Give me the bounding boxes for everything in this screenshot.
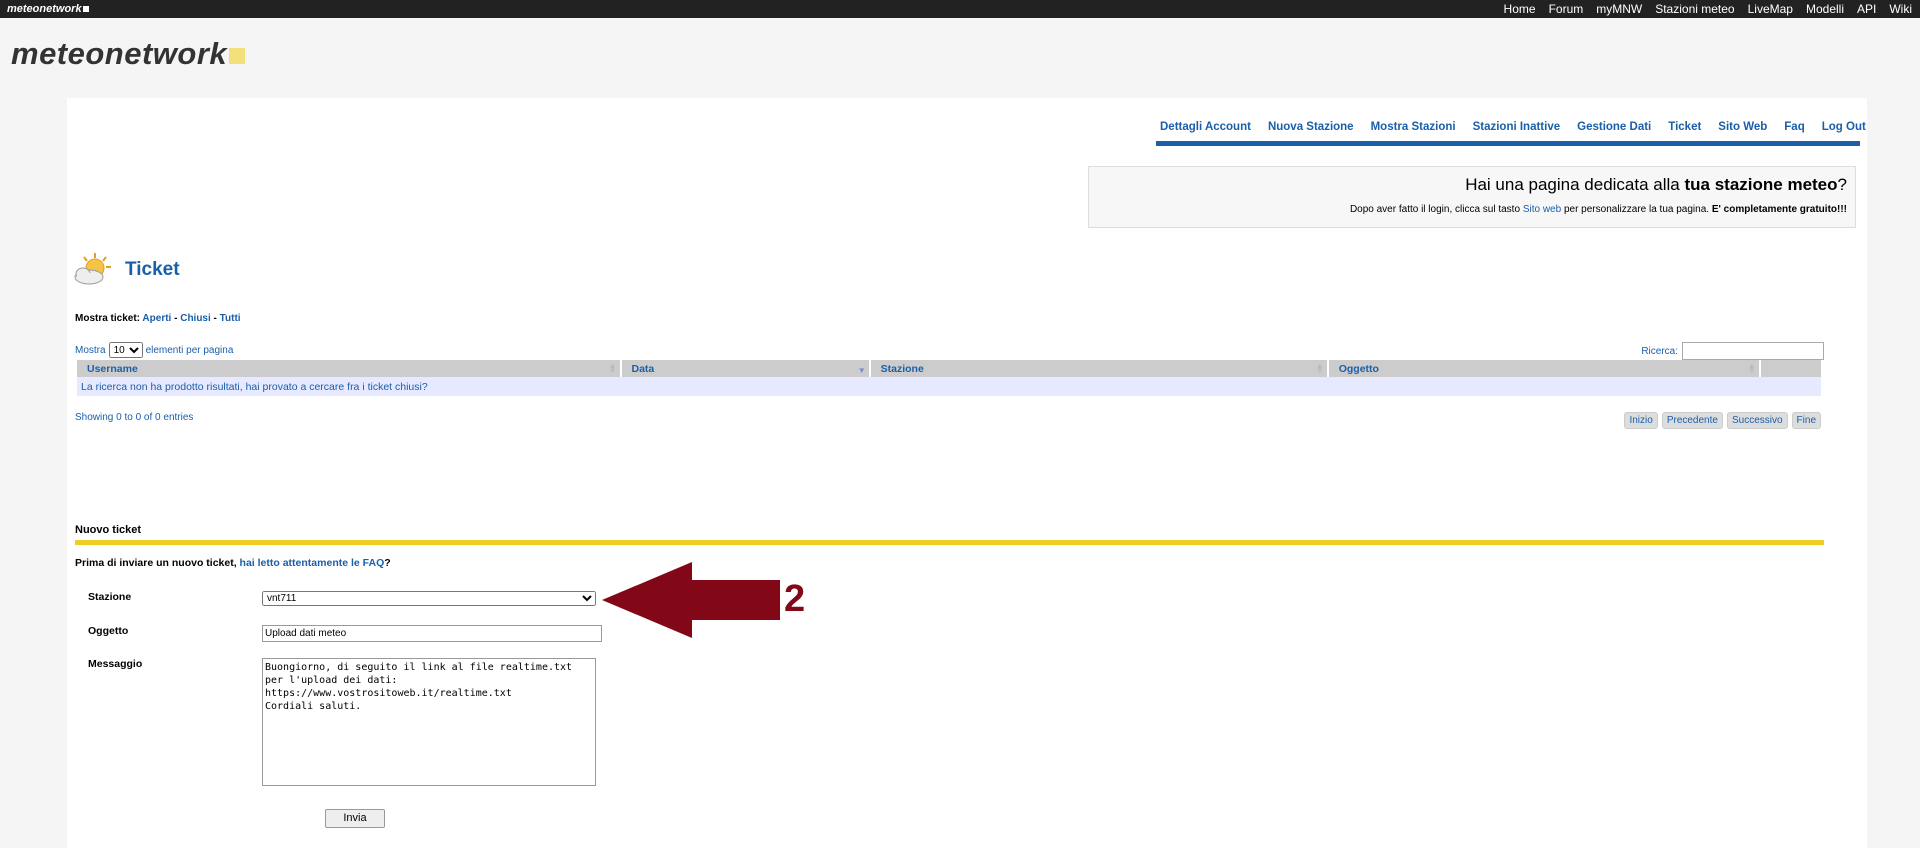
col-stazione-label: Stazione <box>880 362 924 375</box>
page-length-label: Mostra <box>75 344 106 356</box>
faq-link[interactable]: hai letto attentamente le FAQ <box>240 557 385 569</box>
pagination: Inizio Precedente Successivo Fine <box>1624 412 1821 429</box>
top-nav-stazioni-meteo[interactable]: Stazioni meteo <box>1655 2 1734 16</box>
col-actions <box>1760 360 1821 377</box>
top-nav-wiki[interactable]: Wiki <box>1889 2 1912 16</box>
filter-tutti-link[interactable]: Tutti <box>220 313 241 324</box>
pager-precedente-button[interactable]: Precedente <box>1661 412 1723 429</box>
logo-square-icon <box>229 48 246 64</box>
weather-sun-cloud-icon <box>74 253 111 285</box>
subnav-gestione-dati[interactable]: Gestione Dati <box>1577 121 1651 133</box>
ticket-filter: Mostra ticket: Aperti - Chiusi - Tutti <box>75 313 241 324</box>
header <box>0 18 1920 98</box>
promo-subtext-bold: E' completamente gratuito!!! <box>1711 204 1847 215</box>
promo-subtext-mid: per personalizzare la tua pagina. <box>1561 204 1712 215</box>
ticket-filter-label: Mostra ticket: <box>75 313 143 324</box>
annotation-arrow-icon <box>602 562 780 638</box>
table-info: Showing 0 to 0 of 0 entries <box>75 412 194 423</box>
brand-square-icon <box>82 6 89 12</box>
sort-both-icon: ▲ ▼ <box>608 361 617 375</box>
col-username[interactable]: Username ▲ ▼ <box>77 360 620 377</box>
top-nav-livemap[interactable]: LiveMap <box>1748 2 1793 16</box>
top-nav-modelli[interactable]: Modelli <box>1806 2 1844 16</box>
sort-both-icon: ▲ ▼ <box>1315 361 1324 375</box>
page-length-control: Mostra 10 elementi per pagina <box>75 342 233 358</box>
annotation-step-number: 2 <box>784 578 806 620</box>
search-label: Ricerca: <box>1641 345 1678 357</box>
stazione-select[interactable]: vnt711 <box>262 591 596 606</box>
faq-notice-text: Prima di inviare un nuovo ticket, <box>75 557 240 569</box>
filter-aperti-link[interactable]: Aperti <box>142 313 171 324</box>
subnav-dettagli-account[interactable]: Dettagli Account <box>1160 121 1251 133</box>
promo-subtext: Dopo aver fatto il login, clicca sul tas… <box>1089 204 1847 215</box>
top-nav-forum[interactable]: Forum <box>1549 2 1584 16</box>
top-nav-api[interactable]: API <box>1857 2 1876 16</box>
new-ticket-heading: Nuovo ticket <box>75 524 142 536</box>
sort-both-icon: ▲ ▼ <box>1747 361 1756 375</box>
subnav-faq[interactable]: Faq <box>1784 121 1804 133</box>
top-nav-home[interactable]: Home <box>1504 2 1536 16</box>
promo-headline: Hai una pagina dedicata alla tua stazion… <box>1089 175 1847 195</box>
promo-headline-bold: tua stazione meteo <box>1684 175 1838 194</box>
faq-notice: Prima di inviare un nuovo ticket, hai le… <box>75 557 391 569</box>
promo-headline-end: ? <box>1837 175 1847 194</box>
filter-separator: - <box>210 313 220 324</box>
table-header-row: Username ▲ ▼ Data ▼ Stazione ▲ ▼ Oggetto ▲ ▼ <box>77 360 1821 377</box>
pager-fine-button[interactable]: Fine <box>1791 412 1821 429</box>
page-title: Ticket <box>125 259 180 280</box>
site-logo-text: meteonetwork <box>11 36 228 71</box>
site-logo[interactable]: meteonetwork <box>11 36 246 72</box>
faq-notice-end: ? <box>384 557 391 569</box>
subnav-mostra-stazioni[interactable]: Mostra Stazioni <box>1371 121 1456 133</box>
search-input[interactable] <box>1682 342 1824 360</box>
promo-subtext-pre: Dopo aver fatto il login, clicca sul tas… <box>1349 204 1523 215</box>
col-stazione[interactable]: Stazione ▲ ▼ <box>870 360 1327 377</box>
table-search: Ricerca: <box>1641 342 1824 360</box>
col-oggetto[interactable]: Oggetto ▲ ▼ <box>1328 360 1759 377</box>
filter-chiusi-link[interactable]: Chiusi <box>180 313 211 324</box>
page-length-select[interactable]: 10 <box>108 342 143 358</box>
page-length-suffix: elementi per pagina <box>145 344 234 356</box>
messaggio-label: Messaggio <box>88 658 143 670</box>
oggetto-input[interactable] <box>262 625 602 642</box>
table-row: La ricerca non ha prodotto risultati, ha… <box>77 377 1821 396</box>
top-bar: meteonetwork Home Forum myMNW Stazioni m… <box>0 0 1920 18</box>
col-data-label: Data <box>631 362 655 375</box>
pager-inizio-button[interactable]: Inizio <box>1624 412 1658 429</box>
top-nav: Home Forum myMNW Stazioni meteo LiveMap … <box>1491 2 1912 16</box>
top-brand[interactable]: meteonetwork <box>7 3 89 15</box>
col-data[interactable]: Data ▼ <box>621 360 869 377</box>
promo-box: Hai una pagina dedicata alla tua stazion… <box>1088 166 1856 228</box>
subnav-sito-web[interactable]: Sito Web <box>1718 121 1767 133</box>
account-nav: Dettagli Account Nuova Stazione Mostra S… <box>1156 112 1866 146</box>
col-oggetto-label: Oggetto <box>1338 362 1379 375</box>
empty-message: La ricerca non ha prodotto risultati, ha… <box>77 377 1821 396</box>
pager-successivo-button[interactable]: Successivo <box>1726 412 1788 429</box>
promo-headline-text: Hai una pagina dedicata alla <box>1465 175 1685 194</box>
messaggio-textarea[interactable]: Buongiorno, di seguito il link al file r… <box>262 658 596 786</box>
ticket-table: Username ▲ ▼ Data ▼ Stazione ▲ ▼ Oggetto ▲ ▼ La… <box>75 360 1823 396</box>
stazione-label: Stazione <box>88 591 132 603</box>
subnav-nuova-stazione[interactable]: Nuova Stazione <box>1268 121 1354 133</box>
top-brand-text: meteonetwork <box>7 3 82 15</box>
col-username-label: Username <box>87 362 138 375</box>
oggetto-label: Oggetto <box>88 625 129 637</box>
filter-separator: - <box>171 313 181 324</box>
subnav-ticket[interactable]: Ticket <box>1668 121 1701 133</box>
subnav-stazioni-inattive[interactable]: Stazioni Inattive <box>1473 121 1561 133</box>
promo-sito-web-link[interactable]: Sito web <box>1523 204 1561 215</box>
subnav-log-out[interactable]: Log Out <box>1822 121 1866 133</box>
sort-desc-icon: ▼ <box>857 366 866 375</box>
top-nav-mymnw[interactable]: myMNW <box>1596 2 1642 16</box>
invia-button[interactable]: Invia <box>325 809 385 828</box>
new-ticket-divider <box>75 540 1824 545</box>
